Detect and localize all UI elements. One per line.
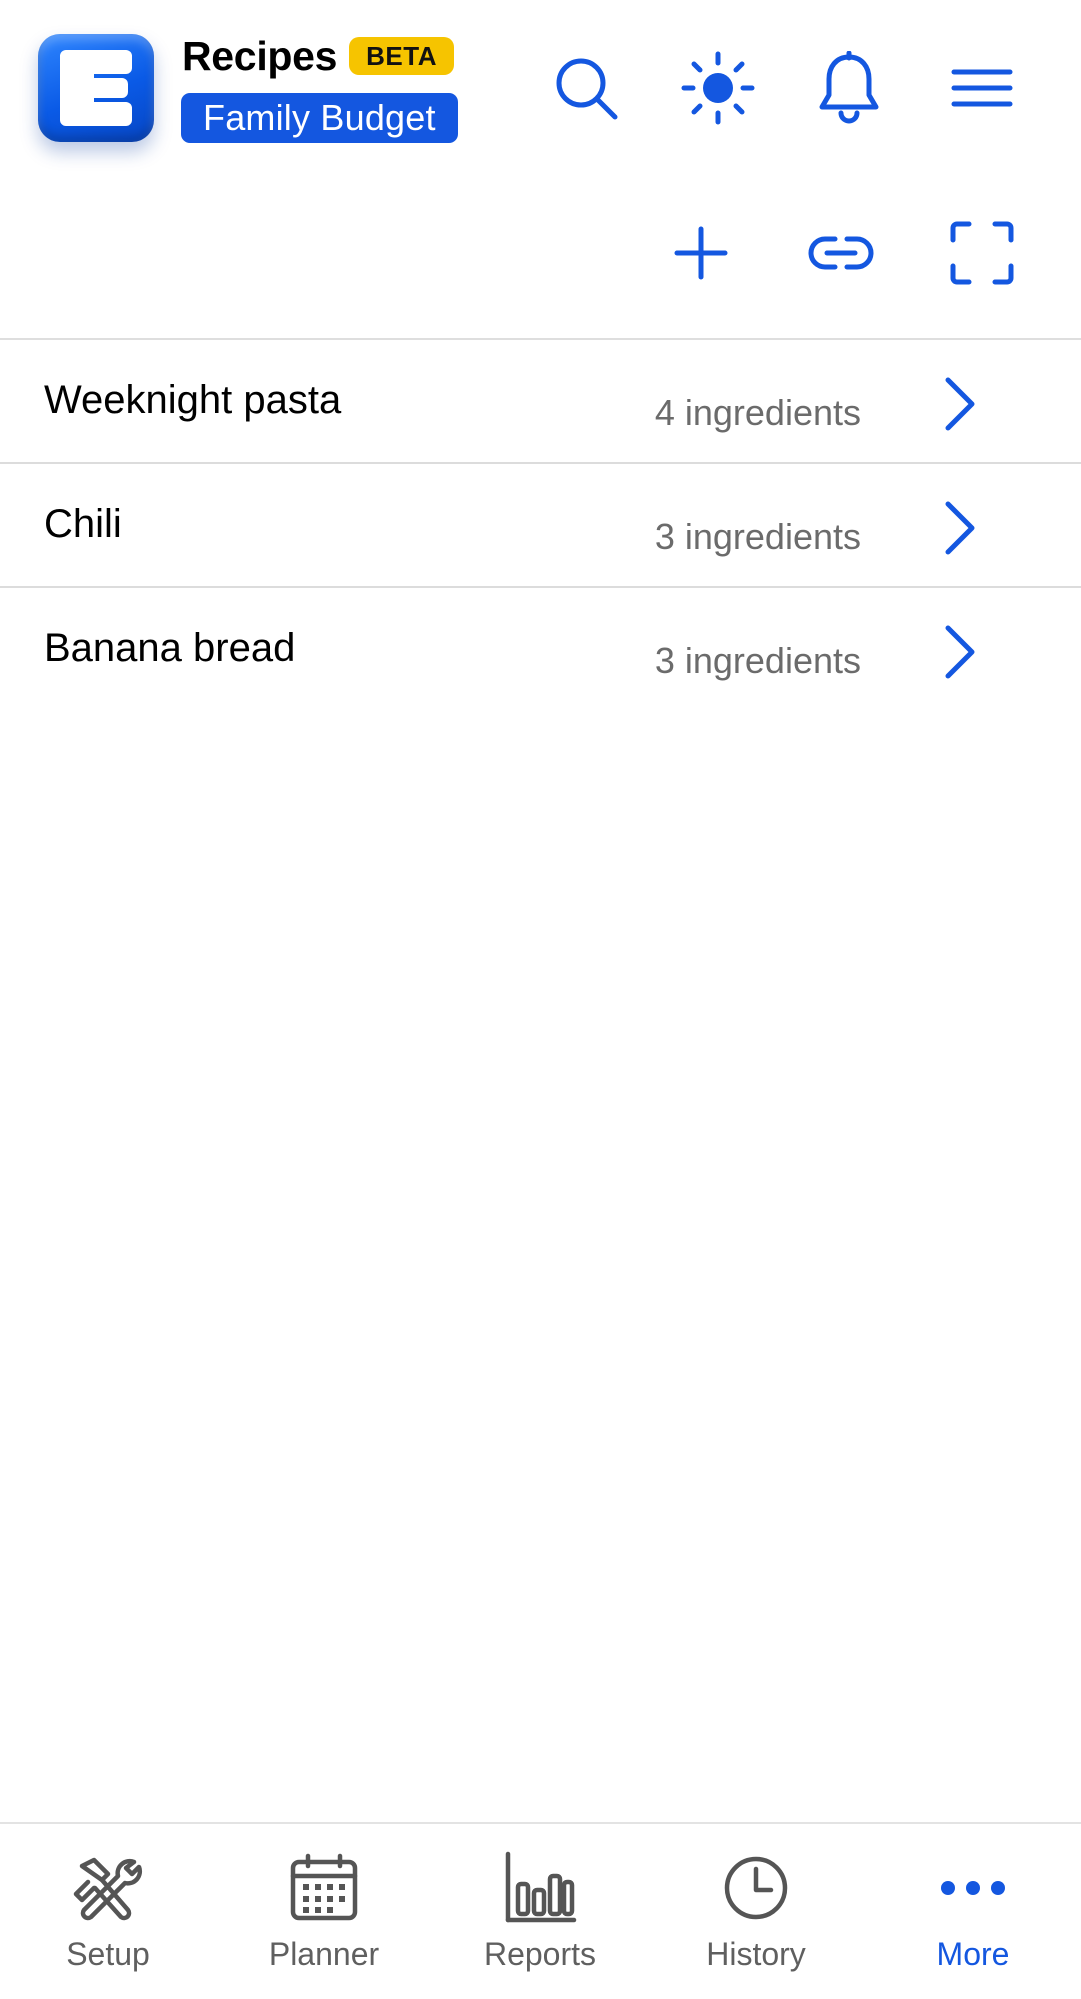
clock-icon [724, 1856, 788, 1920]
theme-toggle-button[interactable] [680, 50, 756, 126]
sun-icon [681, 51, 755, 125]
tab-label: Planner [268, 1936, 380, 1972]
page-title: Recipes [182, 32, 338, 79]
tab-history[interactable]: History [648, 1824, 864, 1999]
tab-label: History [706, 1936, 806, 1972]
ingredient-count: 4 ingredients [654, 392, 861, 433]
menu-button[interactable] [944, 50, 1020, 126]
ingredient-count: 3 ingredients [654, 516, 861, 557]
more-dots-icon [941, 1881, 1005, 1895]
recipe-row[interactable]: Chili 3 ingredients [0, 464, 1081, 588]
recipe-row[interactable]: Weeknight pasta 4 ingredients [0, 340, 1081, 464]
bar-chart-icon [505, 1851, 577, 1923]
tools-icon [73, 1857, 143, 1921]
chevron-right-icon [945, 625, 975, 679]
plus-icon [674, 226, 728, 280]
search-icon [556, 58, 618, 120]
add-recipe-button[interactable] [662, 214, 740, 292]
tab-more[interactable]: More [865, 1824, 1081, 1999]
budget-switcher[interactable]: Family Budget [181, 93, 458, 143]
link-button[interactable] [802, 214, 880, 292]
recipe-name: Chili [44, 502, 122, 546]
recipe-row[interactable]: Banana bread 3 ingredients [0, 588, 1081, 712]
recipe-list: Weeknight pasta 4 ingredients Chili 3 in… [0, 340, 1081, 712]
notifications-button[interactable] [811, 50, 887, 126]
tab-label: Setup [66, 1936, 150, 1972]
app-header: Recipes BETA Family Budget [0, 0, 1081, 175]
fullscreen-icon [950, 221, 1014, 285]
tab-setup[interactable]: Setup [0, 1824, 216, 1999]
tab-reports[interactable]: Reports [432, 1824, 648, 1999]
recipe-name: Weeknight pasta [44, 378, 342, 422]
link-icon [808, 236, 874, 270]
bottom-tab-bar: Setup Planner Reports History More [0, 1822, 1081, 1999]
beta-badge: BETA [349, 37, 455, 75]
chevron-right-icon [945, 501, 975, 555]
app-logo[interactable] [38, 34, 154, 142]
tab-label: More [936, 1936, 1010, 1972]
menu-icon [951, 69, 1013, 107]
fullscreen-button[interactable] [943, 214, 1021, 292]
tab-planner[interactable]: Planner [216, 1824, 432, 1999]
ingredient-count: 3 ingredients [654, 640, 861, 681]
bell-icon [819, 51, 879, 124]
recipes-screen: Recipes BETA Family Budget Weeknight pas… [0, 0, 1081, 1999]
recipe-name: Banana bread [44, 626, 296, 670]
search-button[interactable] [548, 50, 624, 126]
title-row: Recipes BETA [182, 30, 455, 82]
calendar-icon [290, 1853, 358, 1921]
tab-label: Reports [483, 1936, 597, 1972]
chevron-right-icon [945, 377, 975, 431]
